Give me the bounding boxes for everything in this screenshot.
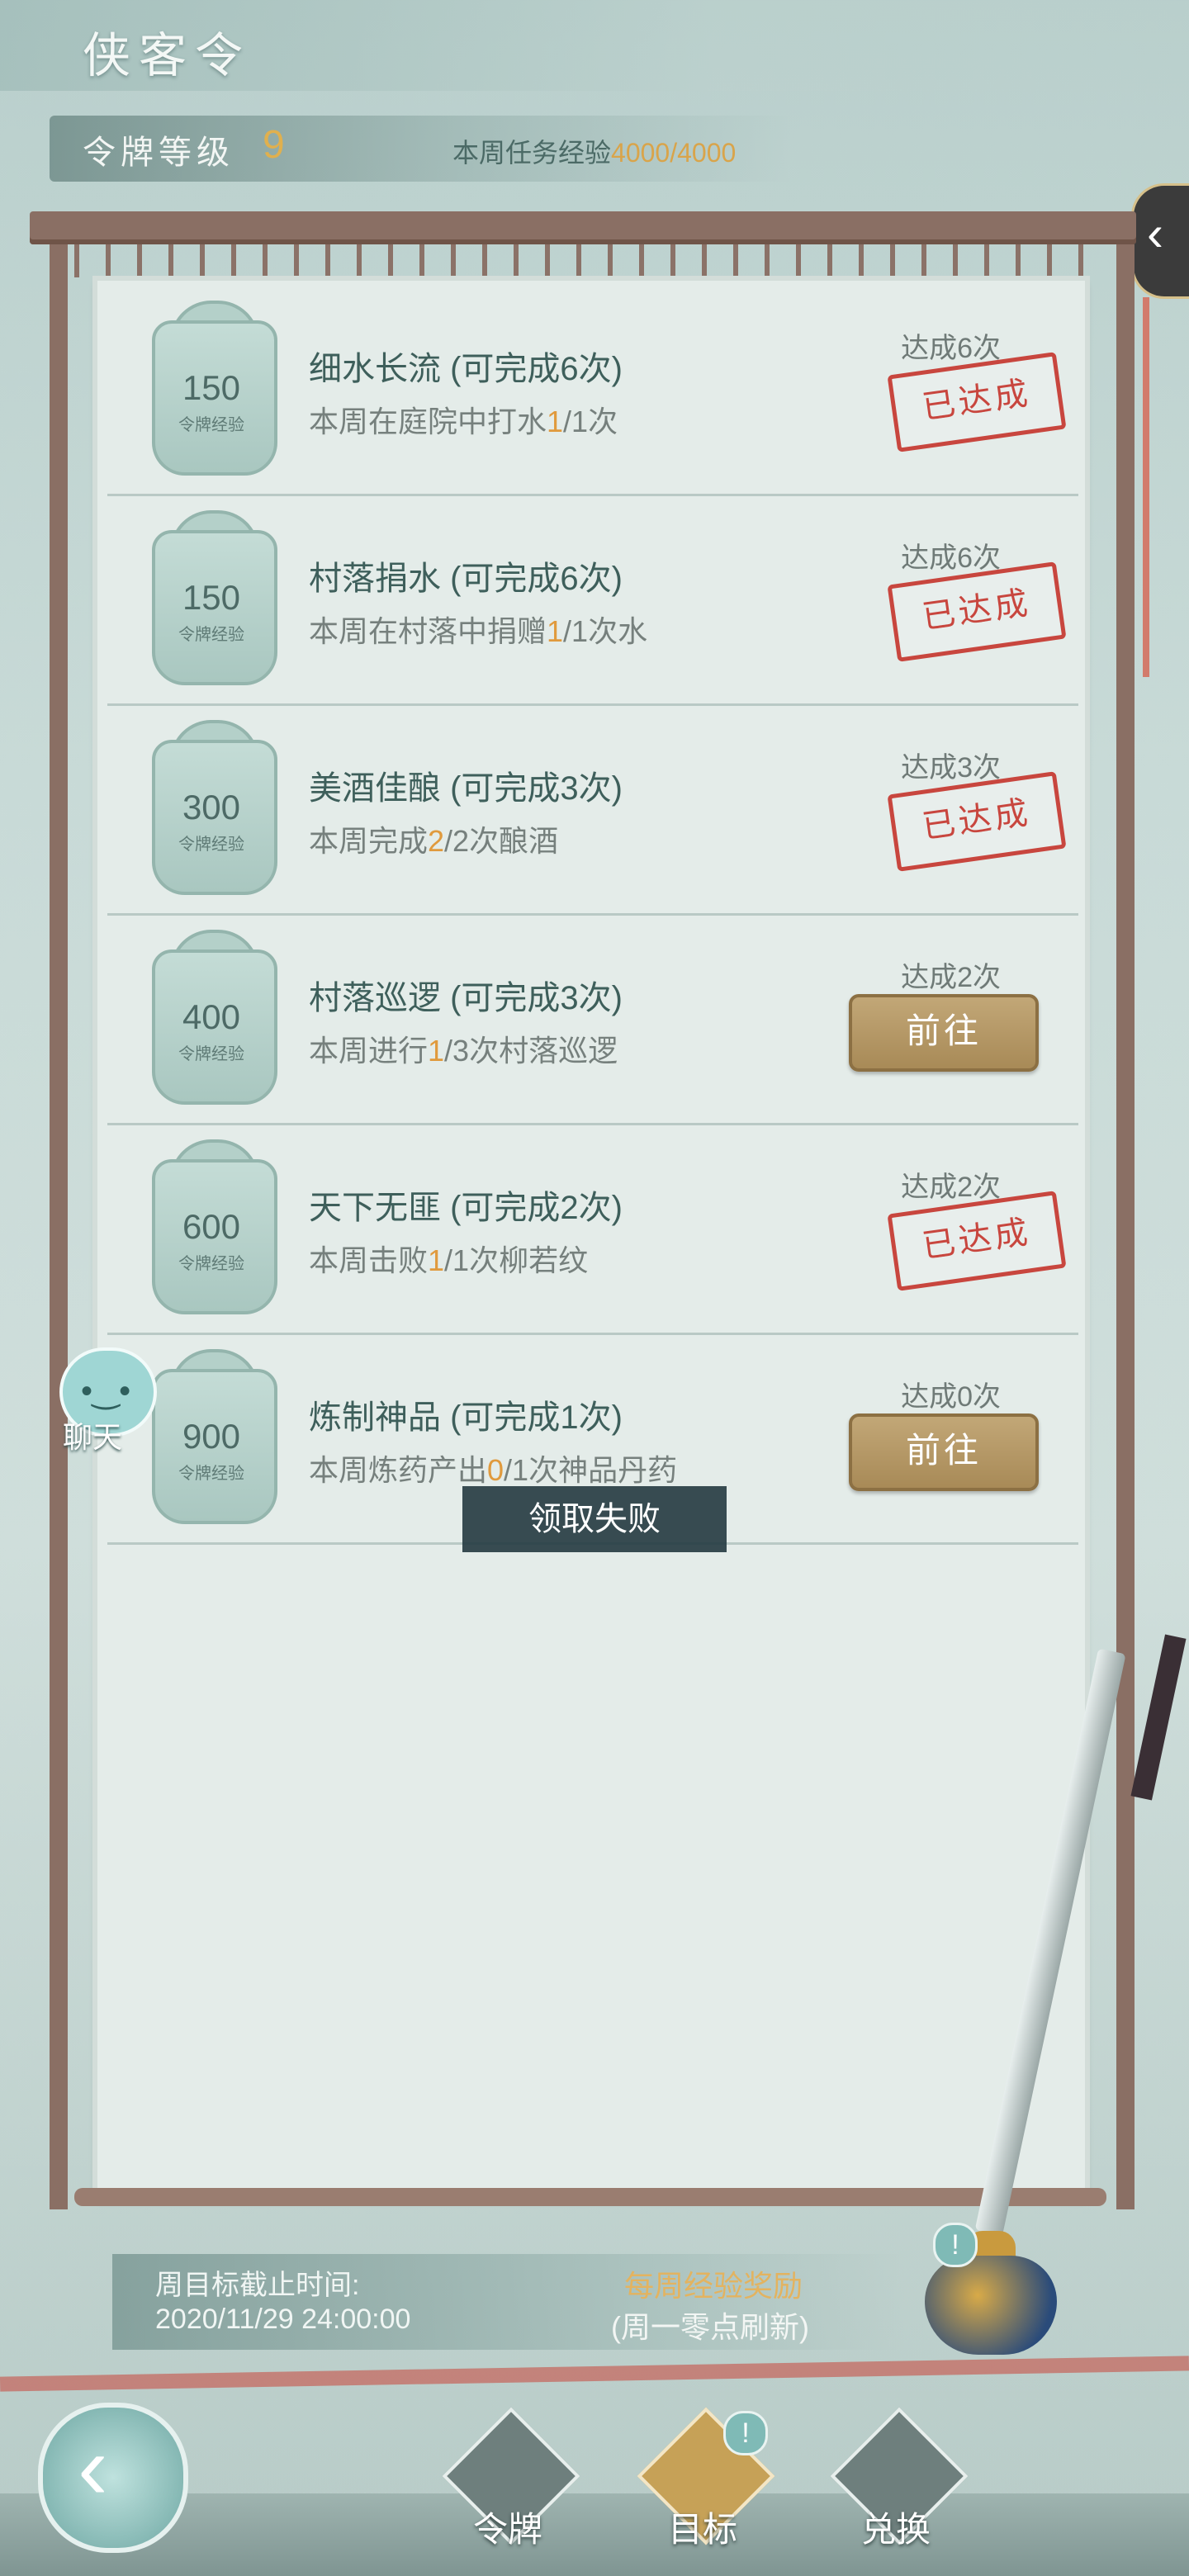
alert-icon: ! — [723, 2411, 768, 2455]
exp-value: 150 — [182, 368, 241, 407]
scroll-rod-bottom — [74, 2188, 1106, 2206]
task-progress: 2 — [428, 824, 445, 858]
nav-tab-target[interactable]: ! 目标 — [632, 2407, 775, 2568]
exp-label: 令牌经验 — [178, 1253, 244, 1273]
chat-button[interactable]: •‿• 聊天 — [51, 1347, 159, 1455]
task-progress: 1 — [547, 614, 564, 648]
go-button[interactable]: 前往 — [849, 1413, 1039, 1491]
exp-medal-icon: 900 令牌经验 — [137, 1349, 286, 1531]
exp-value: 300 — [182, 788, 241, 826]
token-level-value: 9 — [263, 123, 285, 167]
task-progress: 1 — [428, 1034, 445, 1068]
exp-label: 令牌经验 — [178, 624, 244, 644]
task-row: 400 令牌经验 村落巡逻 (可完成3次) 本周进行1/3次村落巡逻 达成2次 … — [107, 915, 1078, 1125]
completion-count: 达成2次 — [901, 962, 1001, 993]
task-row: 150 令牌经验 村落捐水 (可完成6次) 本周在村落中捐赠1/1次水 达成6次… — [107, 495, 1078, 706]
nav-tab-label: 兑换 — [860, 2509, 931, 2550]
exp-value: 900 — [182, 1417, 241, 1456]
reward-bag-button[interactable]: ! — [917, 2223, 1065, 2363]
deadline-time: 2020/11/29 24:00:00 — [155, 2304, 411, 2335]
nav-tab-label: 目标 — [667, 2509, 737, 2550]
deadline-label: 周目标截止时间: — [155, 2270, 360, 2301]
task-row: 600 令牌经验 天下无匪 (可完成2次) 本周击败1/1次柳若纹 达成2次 已… — [107, 1125, 1078, 1335]
completed-stamp: 已达成 — [887, 352, 1067, 452]
weekly-reward-refresh-note: (周一零点刷新) — [611, 2310, 809, 2344]
scroll-post-right — [1116, 244, 1135, 2209]
exp-label: 令牌经验 — [178, 834, 244, 854]
exp-value: 600 — [182, 1207, 241, 1246]
completion-count: 达成0次 — [901, 1381, 1001, 1413]
week-exp: 本周任务经验4000/4000 — [452, 132, 736, 170]
nav-tab-label: 令牌 — [472, 2509, 542, 2550]
task-title: 村落捐水 (可完成6次) — [309, 561, 623, 597]
back-button[interactable]: ‹ — [38, 2403, 188, 2553]
weekly-reward-title[interactable]: 每周经验奖励 — [624, 2262, 803, 2305]
chat-label: 聊天 — [63, 1420, 123, 1454]
task-progress: 1 — [547, 405, 564, 438]
task-title: 天下无匪 (可完成2次) — [309, 1190, 623, 1226]
completion-count: 达成6次 — [901, 333, 1001, 364]
task-title: 细水长流 (可完成6次) — [309, 351, 623, 387]
completion-count: 达成6次 — [901, 542, 1001, 574]
task-description: 本周击败1/1次柳若纹 — [309, 1243, 589, 1277]
exp-medal-icon: 400 令牌经验 — [137, 930, 286, 1111]
task-row: 300 令牌经验 美酒佳酿 (可完成3次) 本周完成2/2次酿酒 达成3次 已达… — [107, 705, 1078, 916]
chevron-left-icon: ‹ — [1147, 206, 1163, 261]
task-description: 本周在庭院中打水1/1次 — [309, 405, 618, 438]
toast-message: 领取失败 — [462, 1486, 727, 1552]
back-arrow-icon: ‹ — [78, 2417, 108, 2518]
exp-value: 150 — [182, 578, 241, 617]
task-progress: 1 — [428, 1243, 445, 1277]
reward-bag-icon — [925, 2256, 1057, 2355]
task-description: 本周完成2/2次酿酒 — [309, 824, 559, 858]
task-description: 本周进行1/3次村落巡逻 — [309, 1034, 618, 1068]
completed-stamp: 已达成 — [887, 771, 1067, 872]
task-title: 炼制神品 (可完成1次) — [309, 1399, 623, 1436]
completed-stamp: 已达成 — [887, 1191, 1067, 1291]
exp-label: 令牌经验 — [178, 1463, 244, 1483]
exp-medal-icon: 600 令牌经验 — [137, 1139, 286, 1321]
completed-stamp: 已达成 — [887, 561, 1067, 662]
scroll-frame-top — [30, 211, 1136, 244]
exp-medal-icon: 150 令牌经验 — [137, 301, 286, 482]
completion-count: 达成2次 — [901, 1172, 1001, 1203]
ribbon-decoration — [1143, 297, 1149, 677]
page-title: 侠客令 — [83, 27, 252, 83]
exp-label: 令牌经验 — [178, 414, 244, 434]
side-panel-toggle[interactable]: ‹ — [1131, 183, 1189, 299]
token-level-label: 令牌等级 — [83, 134, 234, 172]
go-button[interactable]: 前往 — [849, 994, 1039, 1072]
task-description: 本周在村落中捐赠1/1次水 — [309, 614, 648, 648]
exp-medal-icon: 150 令牌经验 — [137, 510, 286, 692]
task-description: 本周炼药产出0/1次神品丹药 — [309, 1453, 678, 1487]
alert-icon: ! — [933, 2223, 978, 2267]
week-exp-value: 4000/4000 — [611, 138, 737, 168]
lattice-decoration — [74, 244, 1098, 277]
task-title: 美酒佳酿 (可完成3次) — [309, 770, 623, 807]
scroll-post-left — [50, 244, 68, 2209]
exp-medal-icon: 300 令牌经验 — [137, 720, 286, 902]
task-row: 150 令牌经验 细水长流 (可完成6次) 本周在庭院中打水1/1次 达成6次 … — [107, 286, 1078, 496]
task-title: 村落巡逻 (可完成3次) — [309, 980, 623, 1016]
exp-label: 令牌经验 — [178, 1044, 244, 1063]
nav-tab-exchange[interactable]: 兑换 — [826, 2407, 969, 2568]
exp-value: 400 — [182, 997, 241, 1036]
week-exp-label: 本周任务经验 — [452, 138, 612, 168]
sword-hilt-decoration — [1130, 1634, 1187, 1801]
nav-tab-token[interactable]: 令牌 — [438, 2407, 580, 2568]
task-progress: 0 — [487, 1453, 504, 1487]
completion-count: 达成3次 — [901, 752, 1001, 784]
